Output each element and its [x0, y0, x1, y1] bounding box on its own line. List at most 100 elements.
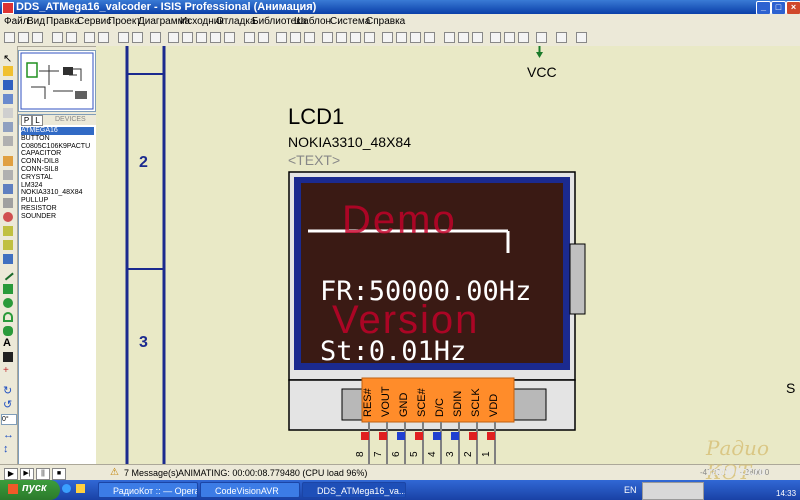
overview-window[interactable]	[18, 50, 96, 112]
menu-file[interactable]: Файл	[4, 16, 29, 28]
device-list-item[interactable]: BUTTON	[21, 135, 50, 143]
device-list-item[interactable]: RESISTOR	[21, 205, 57, 213]
task-codevision[interactable]: CodeVisionAVR	[200, 482, 300, 498]
refresh-icon[interactable]	[118, 32, 129, 43]
pan-icon[interactable]	[168, 32, 179, 43]
rotate-clockwise-icon[interactable]: ↻	[3, 386, 13, 397]
grid-icon[interactable]	[132, 32, 143, 43]
block-rotate-icon[interactable]	[350, 32, 361, 43]
menu-help[interactable]: Справка	[366, 16, 405, 28]
menu-service[interactable]: Сервис	[77, 16, 111, 28]
text-script-icon[interactable]	[3, 108, 13, 118]
menu-project[interactable]: Проект	[108, 16, 141, 28]
menu-view[interactable]: Вид	[27, 16, 45, 28]
mirror-horizontal-icon[interactable]: ↔	[3, 430, 14, 441]
box-icon[interactable]	[3, 284, 13, 294]
current-probe-icon[interactable]	[3, 240, 13, 250]
minimize-button[interactable]: _	[756, 1, 771, 15]
part-reference[interactable]: LCD1	[288, 104, 344, 130]
device-list-item[interactable]: LM324	[21, 182, 42, 190]
clock[interactable]: 14:33	[776, 489, 796, 498]
text-icon[interactable]: A	[3, 338, 13, 349]
print-area-icon[interactable]	[98, 32, 109, 43]
start-button[interactable]: пуск	[0, 480, 60, 500]
undo-icon[interactable]	[244, 32, 255, 43]
zoom-out-icon[interactable]	[196, 32, 207, 43]
device-list-item[interactable]: ATMEGA16	[21, 127, 94, 135]
pick-devices-button[interactable]: P	[21, 115, 32, 126]
messages-count[interactable]: 7 Message(s)	[124, 468, 179, 478]
menu-edit[interactable]: Правка	[46, 16, 80, 28]
schematic-canvas[interactable]: 2 3 VCC LCD1 NOKIA3310_48X84 <TEXT> Demo…	[96, 46, 800, 464]
netlist-to-ares-icon[interactable]	[576, 32, 587, 43]
remove-sheet-icon[interactable]	[504, 32, 515, 43]
junction-icon[interactable]	[3, 80, 13, 90]
arc-icon[interactable]	[3, 312, 13, 322]
virtual-instruments-icon[interactable]	[3, 254, 13, 264]
circle-icon[interactable]	[3, 298, 13, 308]
zoom-all-icon[interactable]	[210, 32, 221, 43]
device-pins-icon[interactable]	[3, 170, 13, 180]
graph-icon[interactable]	[3, 184, 13, 194]
wire-label-icon[interactable]	[3, 94, 13, 104]
line-icon[interactable]	[2, 269, 14, 281]
bill-of-materials-icon[interactable]	[536, 32, 547, 43]
bus-icon[interactable]	[3, 122, 13, 132]
property-tool-icon[interactable]	[472, 32, 483, 43]
step-button[interactable]: ▶|	[20, 468, 34, 480]
tape-recorder-icon[interactable]	[3, 198, 13, 208]
play-button[interactable]: ▶	[4, 468, 18, 480]
marker-icon[interactable]: +	[3, 366, 13, 376]
packaging-icon[interactable]	[410, 32, 421, 43]
library-manager-button[interactable]: L	[32, 115, 43, 126]
language-indicator[interactable]: EN	[624, 485, 637, 495]
decompose-icon[interactable]	[424, 32, 435, 43]
print-icon[interactable]	[84, 32, 95, 43]
make-device-icon[interactable]	[396, 32, 407, 43]
origin-icon[interactable]	[150, 32, 161, 43]
menu-template[interactable]: Шаблон	[294, 16, 331, 28]
rotation-angle-field[interactable]: 0°	[1, 414, 17, 425]
menu-debug[interactable]: Отладка	[216, 16, 256, 28]
search-icon[interactable]	[458, 32, 469, 43]
cut-icon[interactable]	[276, 32, 287, 43]
close-button[interactable]: ×	[786, 1, 800, 15]
task-opera[interactable]: РадиоКот :: — Opera	[98, 482, 198, 498]
task-isis[interactable]: DDS_ATMega16_va...	[302, 482, 406, 498]
zoom-area-icon[interactable]	[224, 32, 235, 43]
wire-autorouter-icon[interactable]	[444, 32, 455, 43]
maximize-button[interactable]: □	[771, 1, 786, 15]
device-list-item[interactable]: SOUNDER	[21, 213, 56, 221]
pause-button[interactable]: ||	[36, 468, 50, 480]
import-icon[interactable]	[52, 32, 63, 43]
device-list-item[interactable]: CAPACITOR	[21, 150, 61, 158]
zoom-in-icon[interactable]	[182, 32, 193, 43]
device-list-item[interactable]: CONN-SIL8	[21, 166, 58, 174]
copy-icon[interactable]	[290, 32, 301, 43]
export-icon[interactable]	[66, 32, 77, 43]
quick-launch-ie-icon[interactable]	[62, 484, 71, 493]
component-mode-icon[interactable]	[3, 66, 13, 76]
redo-icon[interactable]	[258, 32, 269, 43]
device-list-item[interactable]: PULLUP	[21, 197, 48, 205]
device-list-item[interactable]: CONN-DIL8	[21, 158, 59, 166]
pick-device-icon[interactable]	[382, 32, 393, 43]
symbol-icon[interactable]	[3, 352, 13, 362]
new-icon[interactable]	[4, 32, 15, 43]
device-list-item[interactable]: NOKIA3310_48X84	[21, 189, 83, 197]
stop-button[interactable]: ■	[52, 468, 66, 480]
save-icon[interactable]	[32, 32, 43, 43]
block-copy-icon[interactable]	[322, 32, 333, 43]
device-list-item[interactable]: CRYSTAL	[21, 174, 53, 182]
subcircuit-icon[interactable]	[3, 136, 13, 146]
quick-launch-folder-icon[interactable]	[76, 484, 85, 493]
part-value[interactable]: NOKIA3310_48X84	[288, 134, 411, 150]
tray-app-icon[interactable]	[642, 482, 704, 500]
generator-icon[interactable]	[3, 212, 13, 222]
open-icon[interactable]	[18, 32, 29, 43]
exit-to-parent-icon[interactable]	[518, 32, 529, 43]
mirror-vertical-icon[interactable]: ↕	[3, 444, 13, 455]
device-list-item[interactable]: C0805C106K9PACTU	[21, 143, 90, 151]
voltage-probe-icon[interactable]	[3, 226, 13, 236]
new-sheet-icon[interactable]	[490, 32, 501, 43]
